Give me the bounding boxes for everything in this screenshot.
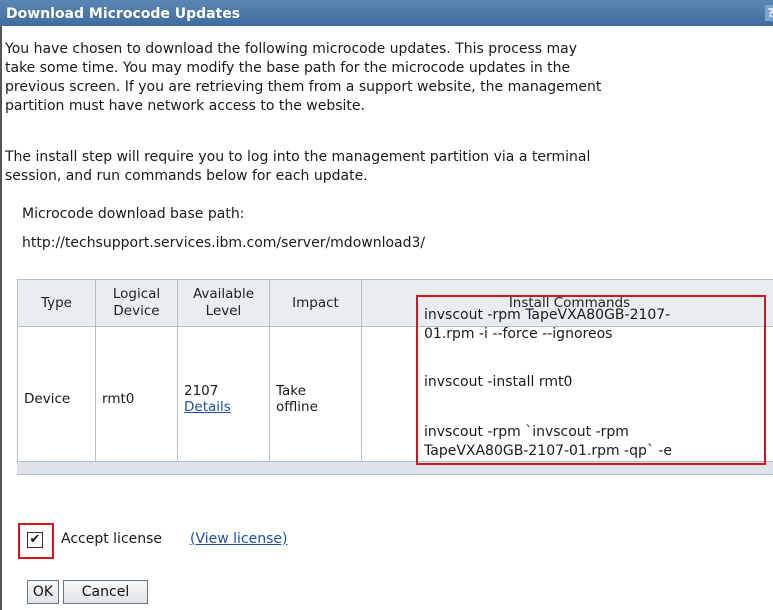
cell-level-value: 2107	[184, 383, 219, 399]
accept-license-checkbox[interactable]: ✔	[27, 532, 43, 548]
dialog-left-border	[0, 26, 2, 610]
accept-license-label: Accept license	[61, 531, 163, 547]
header-available-line-2: Level	[205, 303, 242, 319]
base-path-label: Microcode download base path:	[22, 206, 245, 222]
dialog-title-bar: Download Microcode Updates ?	[0, 0, 773, 26]
header-logical-line-2: Device	[113, 303, 160, 319]
header-type-label: Type	[40, 294, 72, 311]
cell-level: 2107 Details	[177, 326, 270, 471]
header-available-level: Available Level	[177, 279, 270, 327]
base-path-value: http://techsupport.services.ibm.com/serv…	[22, 235, 426, 251]
install-note-line-1: The install step will require you to log…	[5, 149, 591, 165]
cell-impact-line-1: Take	[276, 383, 306, 399]
cell-type: Device	[17, 326, 96, 471]
header-impact-label: Impact	[292, 294, 339, 311]
help-glyph: ?	[768, 6, 773, 20]
cell-impact-line-2: offline	[276, 399, 318, 415]
header-available-line-1: Available	[192, 286, 255, 302]
view-license-link[interactable]: (View license)	[190, 531, 287, 547]
cancel-button[interactable]: Cancel	[63, 580, 148, 604]
help-icon[interactable]: ?	[765, 5, 773, 21]
intro-line-4: partition must have network access to th…	[5, 98, 365, 114]
intro-line-2: take some time. You may modify the base …	[5, 60, 571, 76]
header-logical-line-1: Logical	[112, 286, 161, 302]
header-type: Type	[17, 279, 96, 327]
commands-highlight-box	[416, 295, 766, 465]
install-note-line-2: session, and run commands below for each…	[5, 168, 368, 184]
cell-device: rmt0	[95, 326, 178, 471]
dialog-title: Download Microcode Updates	[6, 6, 241, 22]
cell-impact: Take offline	[269, 326, 362, 471]
header-impact: Impact	[269, 279, 362, 327]
intro-line-1: You have chosen to download the followin…	[5, 41, 577, 57]
header-logical-device: Logical Device	[95, 279, 178, 327]
intro-line-3: previous screen. If you are retrieving t…	[5, 79, 602, 95]
details-link[interactable]: Details	[184, 399, 231, 415]
checkmark-icon: ✔	[29, 532, 41, 547]
ok-button[interactable]: OK	[27, 580, 59, 604]
